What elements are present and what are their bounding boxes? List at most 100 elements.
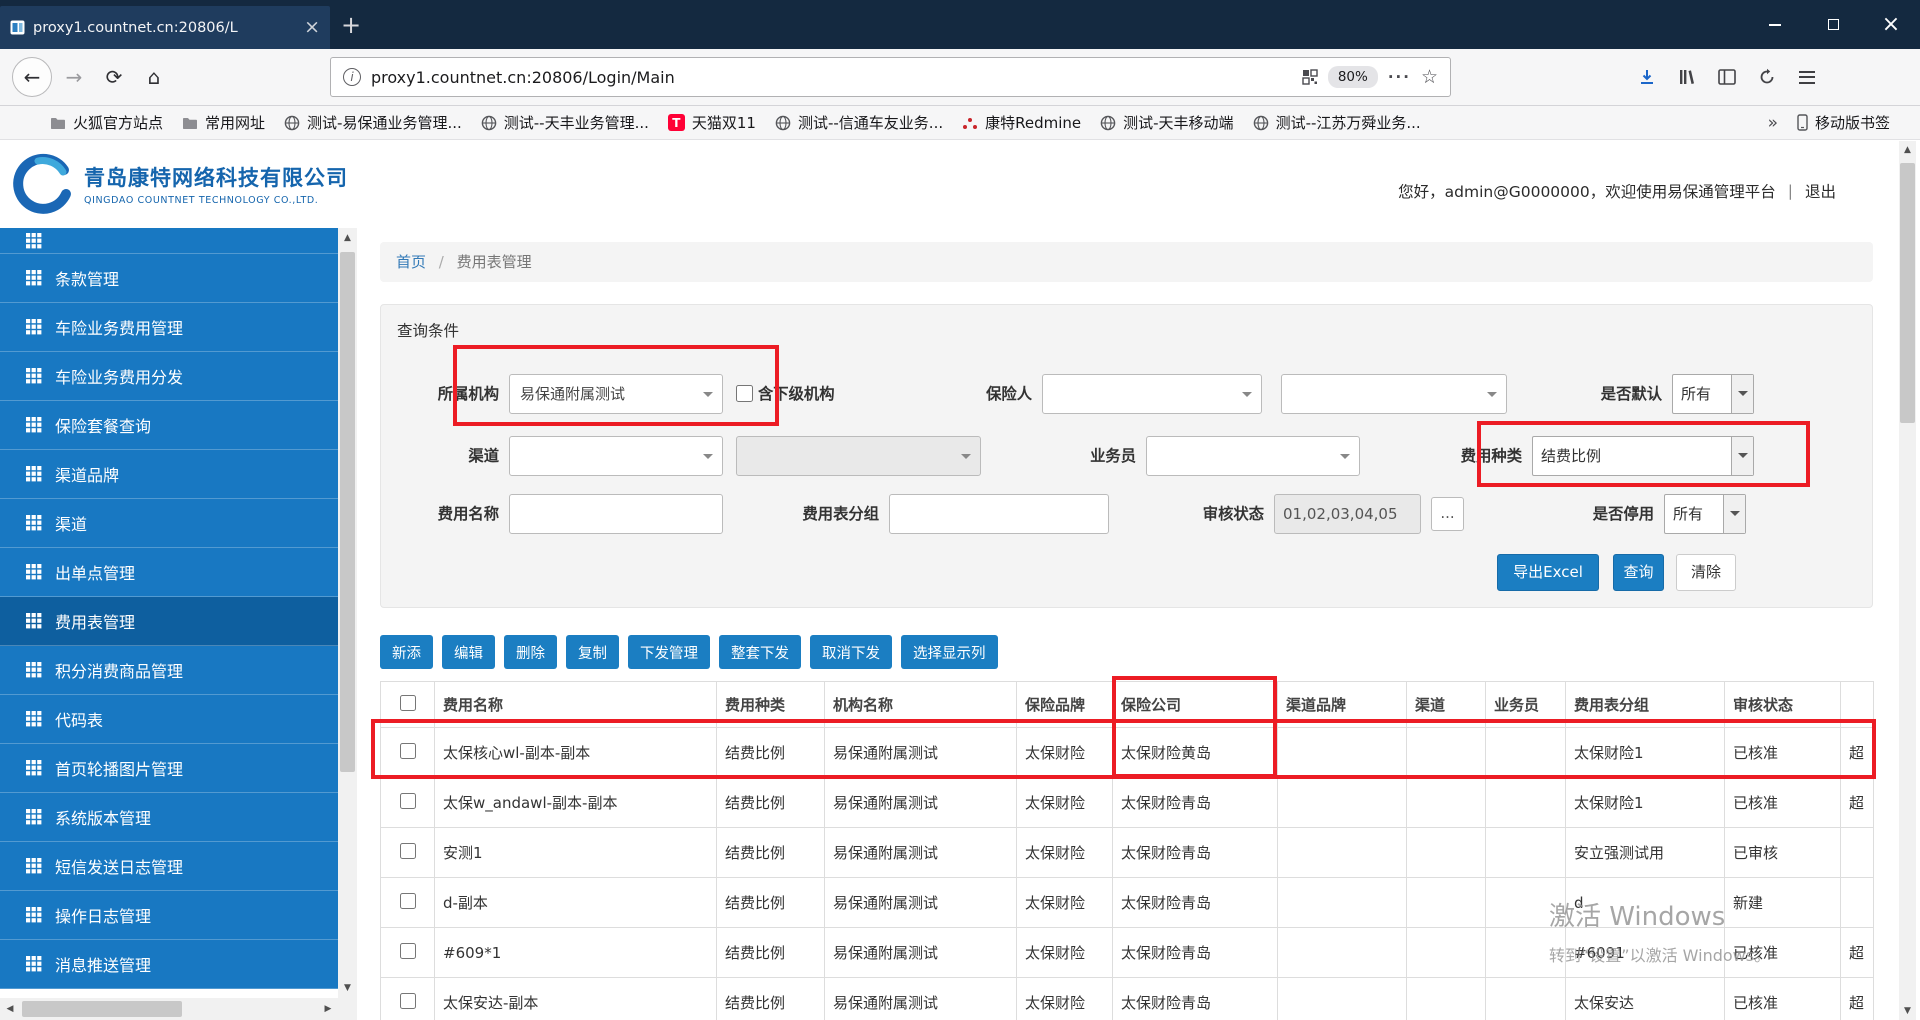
sidebar-item[interactable]: 保险套餐查询 [0, 401, 338, 450]
sidebar-item[interactable]: 渠道 [0, 499, 338, 548]
caret-down-icon[interactable] [1731, 375, 1753, 413]
bookmark-item[interactable]: 测试-易保通业务管理... [284, 112, 462, 133]
maximize-button[interactable] [1804, 0, 1862, 49]
zoom-level-badge[interactable]: 80% [1328, 66, 1378, 88]
table-row[interactable]: 安测1结费比例易保通附属测试太保财险太保财险青岛安立强测试用已审核 [381, 828, 1874, 878]
sidebar-toggle-button[interactable] [1709, 59, 1745, 95]
row-checkbox[interactable] [400, 743, 416, 759]
scrollbar-thumb[interactable] [1900, 163, 1915, 423]
include-sub-checkbox[interactable] [736, 385, 753, 402]
bookmark-item[interactable]: 常用网址 [182, 112, 265, 133]
row-checkbox[interactable] [400, 993, 416, 1009]
salesman-dropdown[interactable] [1146, 436, 1360, 476]
select-all-checkbox[interactable] [400, 695, 416, 711]
back-button[interactable]: ← [12, 57, 52, 97]
row-checkbox[interactable] [400, 843, 416, 859]
url-bar[interactable]: i proxy1.countnet.cn:20806/Login/Main 80… [330, 57, 1451, 97]
table-row[interactable]: 太保核心wl-副本-副本结费比例易保通附属测试太保财险太保财险黄岛太保财险1已核… [381, 728, 1874, 778]
sidebar-item[interactable]: 消息推送管理 [0, 940, 338, 989]
sidebar-item[interactable]: 代码表 [0, 695, 338, 744]
search-button[interactable]: 查询 [1613, 554, 1664, 591]
bookmark-item[interactable]: 火狐官方站点 [50, 112, 163, 133]
library-button[interactable] [1669, 59, 1705, 95]
table-toolbar-button[interactable]: 选择显示列 [901, 635, 998, 669]
table-toolbar-button[interactable]: 整套下发 [719, 635, 801, 669]
scroll-right-icon[interactable]: ▶ [318, 998, 338, 1020]
scroll-down-icon[interactable]: ▼ [338, 978, 357, 998]
scroll-down-icon[interactable]: ▼ [1899, 1002, 1916, 1020]
sidebar-item[interactable]: 积分消费商品管理 [0, 646, 338, 695]
fee-type-select[interactable]: 结费比例 [1532, 436, 1754, 476]
table-toolbar-button[interactable]: 删除 [504, 635, 557, 669]
table-toolbar-button[interactable]: 下发管理 [628, 635, 710, 669]
close-button[interactable]: × [1862, 0, 1920, 49]
scroll-up-icon[interactable]: ▲ [338, 228, 357, 248]
sidebar-vertical-scrollbar[interactable]: ▲ ▼ [338, 228, 357, 998]
table-row[interactable]: 太保w_andawl-副本-副本结费比例易保通附属测试太保财险太保财险青岛太保财… [381, 778, 1874, 828]
clear-button[interactable]: 清除 [1676, 554, 1736, 591]
forward-button[interactable]: → [56, 59, 92, 95]
bookmark-item[interactable]: 测试-天丰移动端 [1100, 112, 1233, 133]
caret-down-icon[interactable] [1723, 495, 1745, 533]
scroll-left-icon[interactable]: ◀ [0, 998, 20, 1020]
fee-group-input[interactable] [889, 494, 1109, 534]
qr-extension-icon[interactable] [1302, 69, 1318, 85]
bookmark-item[interactable]: 康特Redmine [962, 112, 1081, 133]
export-excel-button[interactable]: 导出Excel [1497, 554, 1599, 591]
bookmark-item[interactable]: 测试--天丰业务管理... [481, 112, 649, 133]
sidebar-item[interactable]: 费用表管理 [0, 597, 338, 646]
minimize-button[interactable] [1746, 0, 1804, 49]
breadcrumb-home-link[interactable]: 首页 [396, 253, 426, 271]
fee-name-input[interactable] [509, 494, 723, 534]
bookmark-item[interactable]: 测试--信通车友业务... [775, 112, 943, 133]
sidebar-item[interactable]: 出单点管理 [0, 548, 338, 597]
tab-close-icon[interactable]: × [304, 18, 320, 37]
logout-link[interactable]: 退出 [1805, 180, 1836, 202]
bookmarks-overflow-chevron[interactable]: » [1768, 113, 1778, 133]
is-disabled-select[interactable]: 所有 [1664, 494, 1746, 534]
site-info-icon[interactable]: i [343, 68, 361, 86]
row-checkbox[interactable] [400, 793, 416, 809]
reload-button[interactable]: ⟳ [96, 59, 132, 95]
page-actions-icon[interactable]: ··· [1388, 68, 1411, 86]
sidebar-item[interactable]: 短信发送日志管理 [0, 842, 338, 891]
url-text[interactable]: proxy1.countnet.cn:20806/Login/Main [371, 68, 1292, 87]
scrollbar-thumb[interactable] [340, 252, 355, 772]
sidebar-item[interactable]: 车险业务费用管理 [0, 303, 338, 352]
bookmark-item[interactable]: 测试--江苏万舜业务... [1253, 112, 1421, 133]
sidebar-item[interactable]: 操作日志管理 [0, 891, 338, 940]
downloads-button[interactable] [1629, 59, 1665, 95]
page-vertical-scrollbar[interactable]: ▲ ▼ [1899, 141, 1916, 1020]
sync-button[interactable] [1749, 59, 1785, 95]
bookmark-item[interactable]: 移动版书签 [1797, 112, 1890, 133]
browser-tab[interactable]: proxy1.countnet.cn:20806/L × [0, 6, 330, 49]
is-default-select[interactable]: 所有 [1672, 374, 1754, 414]
caret-down-icon[interactable] [1731, 437, 1753, 475]
bookmark-item[interactable]: T天猫双11 [668, 112, 756, 133]
sidebar-horizontal-scrollbar[interactable]: ◀ ▶ [0, 998, 357, 1020]
table-row[interactable]: #609*1结费比例易保通附属测试太保财险太保财险青岛#6091已核准超 [381, 928, 1874, 978]
org-dropdown[interactable]: 易保通附属测试 [509, 374, 723, 414]
sidebar-item[interactable]: 车险业务费用分发 [0, 352, 338, 401]
sidebar-item[interactable]: 条款管理 [0, 254, 338, 303]
new-tab-button[interactable]: + [330, 0, 372, 49]
table-row[interactable]: 太保安达-副本结费比例易保通附属测试太保财险太保财险青岛太保安达已核准超 [381, 978, 1874, 1020]
menu-button[interactable] [1789, 59, 1825, 95]
sidebar-item-partial[interactable] [0, 228, 338, 254]
table-toolbar-button[interactable]: 编辑 [442, 635, 495, 669]
bookmark-star-icon[interactable]: ☆ [1421, 66, 1438, 88]
table-toolbar-button[interactable]: 新添 [380, 635, 433, 669]
home-button[interactable]: ⌂ [136, 59, 172, 95]
table-toolbar-button[interactable]: 复制 [566, 635, 619, 669]
scrollbar-thumb[interactable] [22, 1001, 182, 1017]
sidebar-item[interactable]: 渠道品牌 [0, 450, 338, 499]
sidebar-item[interactable]: 系统版本管理 [0, 793, 338, 842]
audit-status-picker-button[interactable]: ... [1431, 497, 1464, 531]
channel-dropdown[interactable] [509, 436, 723, 476]
row-checkbox[interactable] [400, 893, 416, 909]
table-row[interactable]: d-副本结费比例易保通附属测试太保财险太保财险青岛d新建 [381, 878, 1874, 928]
insurer-dropdown-1[interactable] [1042, 374, 1262, 414]
audit-status-input[interactable]: 01,02,03,04,05 [1274, 494, 1421, 534]
insurer-dropdown-2[interactable] [1281, 374, 1507, 414]
sidebar-item[interactable]: 首页轮播图片管理 [0, 744, 338, 793]
